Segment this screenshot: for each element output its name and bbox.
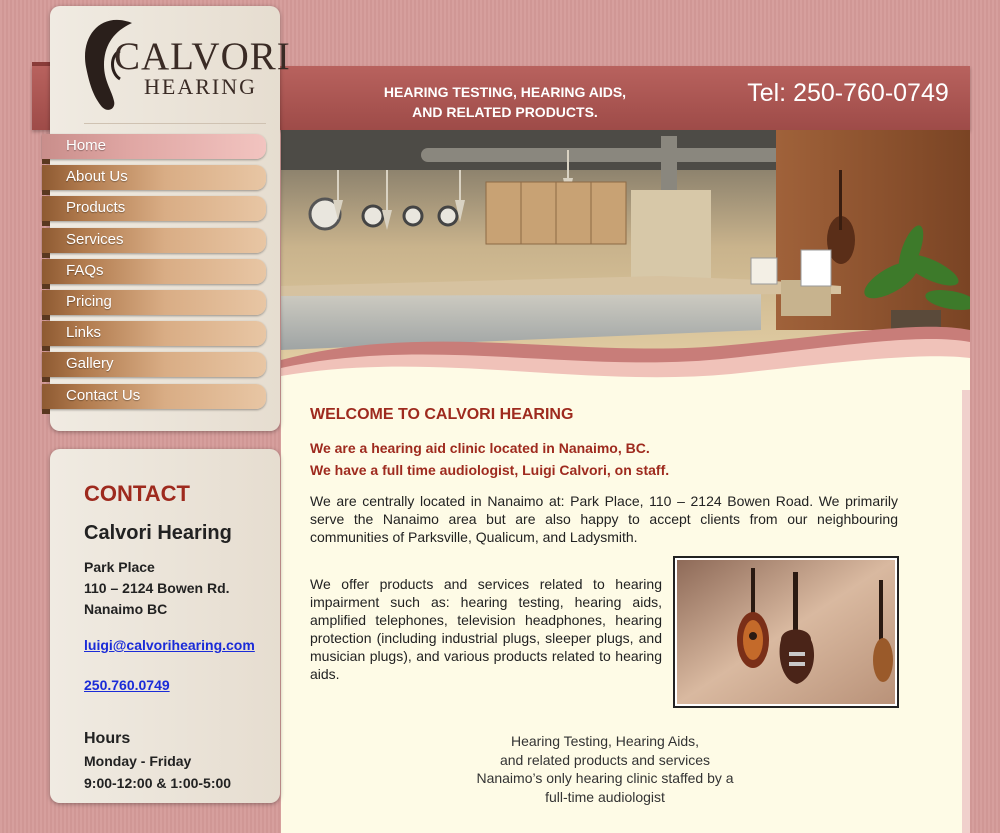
hero-clinic-photo (281, 130, 970, 390)
nav-item-label: Links (66, 324, 102, 342)
nav-item-fold (42, 377, 50, 383)
nav-item-links[interactable]: Links (42, 321, 266, 352)
nav-item-services[interactable]: Services (42, 227, 266, 258)
tagline-line-1: HEARING TESTING, HEARING AIDS, (383, 84, 627, 100)
location-paragraph: We are centrally located in Nanaimo at: … (310, 493, 898, 545)
site-logo[interactable]: CALVORI HEARING (80, 15, 290, 115)
main-nav: Home About Us Products Services FAQs Pri… (42, 134, 266, 415)
nav-item-label: Services (66, 230, 124, 248)
footer-line-2: and related products and services (499, 751, 711, 768)
address-line-3: Nanaimo BC (84, 601, 168, 617)
nav-item-fold (42, 252, 50, 258)
nav-item-label: About Us (66, 168, 128, 186)
nav-item-label: FAQs (66, 261, 104, 279)
footer-line-4: full-time audiologist (545, 788, 665, 805)
clinic-reception-illustration (281, 130, 970, 390)
hours-heading: Hours (84, 730, 131, 747)
footer-line-1: Hearing Testing, Hearing Aids, (510, 733, 700, 749)
footer-tagline: Hearing Testing, Hearing Aids, and relat… (455, 732, 755, 806)
guitars-photo (673, 556, 899, 708)
footer-line-3: Nanaimo’s only hearing clinic staffed by… (476, 770, 734, 786)
header-phone: Tel: 250-760-0749 (747, 79, 949, 107)
welcome-heading: WELCOME TO CALVORI HEARING (310, 406, 574, 423)
nav-item-fold (42, 346, 50, 352)
logo-subtitle: HEARING (144, 74, 257, 99)
hours-times: 9:00-12:00 & 1:00-5:00 (84, 775, 232, 791)
nav-item-contact-us[interactable]: Contact Us (42, 383, 266, 414)
intro-line-2: We have a full time audiologist, Luigi C… (310, 462, 670, 478)
nav-item-faqs[interactable]: FAQs (42, 258, 266, 289)
hours-days: Monday - Friday (84, 753, 192, 769)
address-line-2: 110 – 2124 Bowen Rd. (84, 580, 230, 596)
tagline-line-2: AND RELATED PRODUCTS. (412, 104, 598, 120)
wall-guitars-illustration (677, 560, 895, 704)
nav-item-fold (42, 408, 50, 414)
address-line-1: Park Place (84, 559, 155, 575)
phone-link[interactable]: 250.760.0749 (84, 675, 170, 695)
nav-item-label: Contact Us (66, 386, 141, 404)
nav-item-fold (42, 190, 50, 196)
nav-item-home[interactable]: Home (42, 134, 266, 164)
header-tagline: HEARING TESTING, HEARING AIDS, AND RELAT… (350, 82, 660, 122)
logo-wordmark: CALVORI (114, 35, 291, 78)
nav-item-label: Home (66, 137, 107, 154)
nav-item-fold (42, 283, 50, 289)
services-paragraph: We offer products and services related t… (310, 576, 662, 682)
email-link[interactable]: luigi@calvorihearing.com (84, 635, 255, 655)
nav-item-about-us[interactable]: About Us (42, 165, 266, 196)
nav-item-fold (42, 314, 50, 320)
nav-item-pricing[interactable]: Pricing (42, 289, 266, 320)
nav-item-fold (42, 159, 50, 164)
nav-item-gallery[interactable]: Gallery (42, 352, 266, 383)
nav-item-label: Products (66, 199, 126, 217)
contact-business-name: Calvori Hearing (84, 522, 232, 544)
nav-item-label: Gallery (66, 355, 114, 373)
nav-item-label: Pricing (66, 292, 112, 310)
intro-line-1: We are a hearing aid clinic located in N… (310, 440, 650, 456)
nav-item-products[interactable]: Products (42, 196, 266, 227)
logo-divider (84, 123, 266, 124)
contact-heading: CONTACT (84, 481, 190, 506)
nav-item-fold (42, 221, 50, 227)
